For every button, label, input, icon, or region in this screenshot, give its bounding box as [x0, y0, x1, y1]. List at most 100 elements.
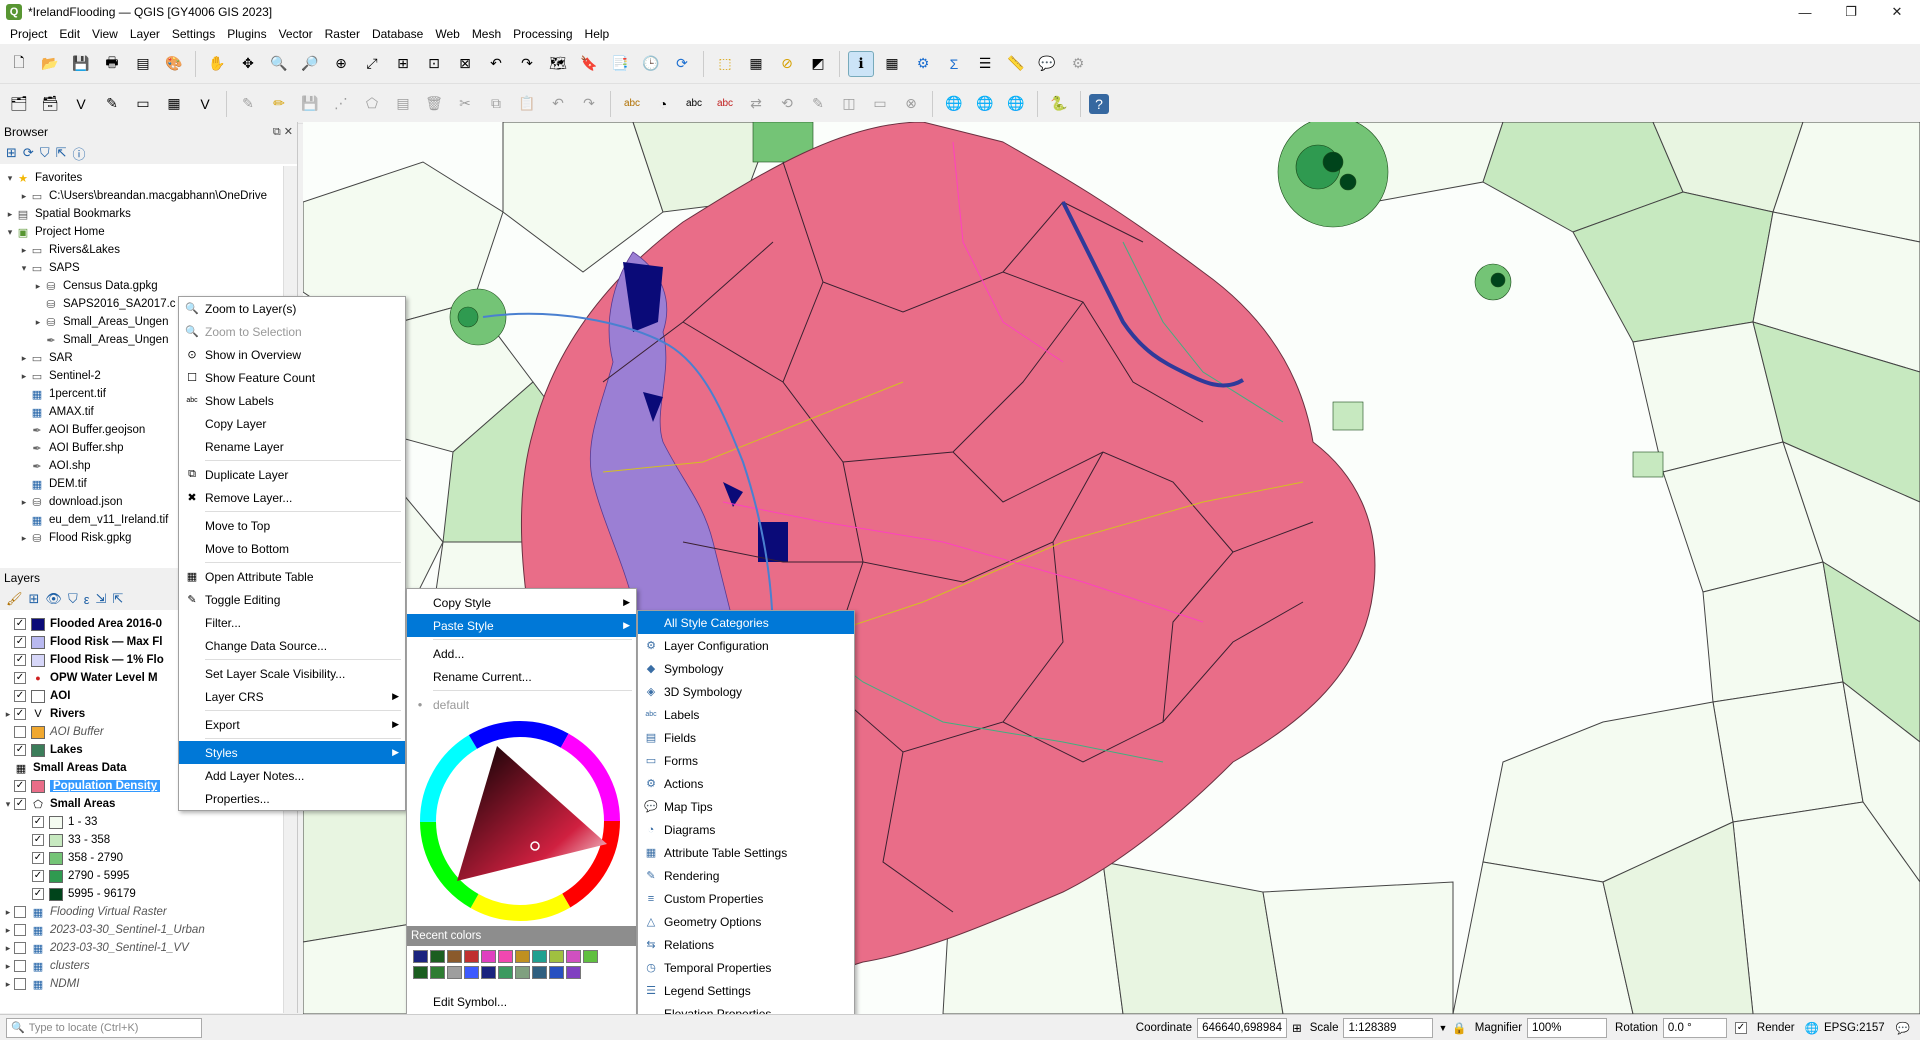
layer-item[interactable]: ✓ 5995 - 96179 [0, 885, 297, 903]
paste-item-labels[interactable]: abc Labels [638, 703, 854, 726]
expand-arrow-icon[interactable]: ▸ [18, 371, 30, 382]
delete-selected-icon[interactable]: 🗑 [421, 91, 447, 117]
paste-item-map-tips[interactable]: 💬 Map Tips [638, 795, 854, 818]
paste-item-rendering[interactable]: ✎ Rendering [638, 864, 854, 887]
paste-item-forms[interactable]: ▭ Forms [638, 749, 854, 772]
recent-color-swatch[interactable] [464, 950, 479, 963]
browser-item[interactable]: ▾ ★ Favorites [0, 169, 297, 187]
expand-arrow-icon[interactable]: ▸ [2, 907, 14, 918]
expand-arrow-icon[interactable]: ▸ [2, 961, 14, 972]
select-location-icon[interactable]: ◩ [805, 51, 831, 77]
layer-item[interactable]: ✓ 33 - 358 [0, 831, 297, 849]
context-item-move-to-top[interactable]: Move to Top [179, 514, 405, 537]
menu-edit[interactable]: Edit [53, 27, 86, 41]
menu-plugins[interactable]: Plugins [221, 27, 272, 41]
processing-toolbox-icon[interactable]: ⚙ [910, 51, 936, 77]
paste-item-custom-properties[interactable]: ≡ Custom Properties [638, 887, 854, 910]
select-features-icon[interactable]: ⬚ [712, 51, 738, 77]
menu-vector[interactable]: Vector [273, 27, 319, 41]
menu-settings[interactable]: Settings [166, 27, 221, 41]
menu-mesh[interactable]: Mesh [466, 27, 507, 41]
styles-item-rename-current[interactable]: Rename Current... [407, 665, 636, 688]
layer-item[interactable]: ▸ ▦ clusters [0, 957, 297, 975]
save-edits-icon[interactable]: 💾 [297, 91, 323, 117]
browser-item[interactable]: ▸ ▭ C:\Users\breandan.macgabhann\OneDrive [0, 187, 297, 205]
chevron-down-icon[interactable]: ▼ [1438, 1023, 1447, 1033]
styles-item-paste-style[interactable]: Paste Style ▶ [407, 614, 636, 637]
context-item-filter[interactable]: Filter... [179, 611, 405, 634]
label-toolbar-icon[interactable]: abc [619, 91, 645, 117]
layer-visibility-checkbox[interactable]: ✓ [32, 834, 44, 846]
context-item-change-data-source[interactable]: Change Data Source... [179, 634, 405, 657]
recent-color-swatch[interactable] [413, 966, 428, 979]
layer-visibility-checkbox[interactable] [14, 960, 26, 972]
expand-arrow-icon[interactable]: ▸ [18, 191, 30, 202]
browser-item[interactable]: ▸ ▭ Rivers&Lakes [0, 241, 297, 259]
add-raster-layer-icon[interactable]: ▦ [161, 91, 187, 117]
properties-icon[interactable]: ⓘ [72, 144, 85, 163]
temporal-controller-icon[interactable]: 🕒 [638, 51, 664, 77]
show-bookmarks-icon[interactable]: 📑 [607, 51, 633, 77]
zoom-last-icon[interactable]: ↶ [483, 51, 509, 77]
collapse-all-icon[interactable]: ⇱ [112, 591, 123, 607]
new-temporary-layer-icon[interactable]: ▭ [130, 91, 156, 117]
color-wheel-graphic[interactable] [407, 716, 633, 926]
add-vector-layer-icon[interactable]: V [192, 91, 218, 117]
expand-arrow-icon[interactable]: ▸ [32, 317, 44, 328]
context-item-toggle-editing[interactable]: ✎ Toggle Editing [179, 588, 405, 611]
styles-item-add[interactable]: Add... [407, 642, 636, 665]
context-item-show-feature-count[interactable]: ☐ Show Feature Count [179, 366, 405, 389]
label-properties-icon[interactable]: ▭ [867, 91, 893, 117]
annotation-icon[interactable]: ⚙ [1065, 51, 1091, 77]
zoom-full-icon[interactable]: ⤢ [359, 51, 385, 77]
arcgis-layer-icon[interactable]: 🌐 [1003, 91, 1029, 117]
recent-color-swatch[interactable] [447, 966, 462, 979]
identify-features-icon[interactable]: ℹ [848, 50, 874, 77]
paste-item-symbology[interactable]: ◆ Symbology [638, 657, 854, 680]
recent-color-swatch[interactable] [515, 966, 530, 979]
recent-color-swatch[interactable] [447, 950, 462, 963]
map-tips-icon[interactable]: 💬 [1034, 51, 1060, 77]
paste-item-actions[interactable]: ⚙ Actions [638, 772, 854, 795]
current-edits-icon[interactable]: ✎ [235, 91, 261, 117]
recent-color-swatch[interactable] [515, 950, 530, 963]
expand-arrow-icon[interactable]: ▾ [18, 263, 30, 274]
measure-line-icon[interactable]: 📏 [1003, 51, 1029, 77]
diagram-icon[interactable]: ◔ [650, 91, 676, 117]
recent-color-swatch[interactable] [464, 966, 479, 979]
layer-visibility-checkbox[interactable]: ✓ [14, 690, 26, 702]
deselect-icon[interactable]: ⊘ [774, 51, 800, 77]
unpin-icon[interactable]: ⊗ [898, 91, 924, 117]
context-item-open-attribute-table[interactable]: ▦ Open Attribute Table [179, 565, 405, 588]
expand-arrow-icon[interactable]: ▾ [4, 173, 16, 184]
recent-color-swatch[interactable] [430, 950, 445, 963]
paste-features-icon[interactable]: 📋 [514, 91, 540, 117]
context-item-zoom-to-layer-s[interactable]: 🔍 Zoom to Layer(s) [179, 297, 405, 320]
filter-legend-icon[interactable]: ⛉ [68, 591, 78, 607]
edit-symbol-item[interactable]: Edit Symbol... [407, 990, 636, 1013]
paste-item-temporal-properties[interactable]: ◷ Temporal Properties [638, 956, 854, 979]
browser-item[interactable]: ▸ ▤ Spatial Bookmarks [0, 205, 297, 223]
help-icon[interactable]: ? [1089, 93, 1109, 114]
layer-visibility-checkbox[interactable]: ✓ [14, 672, 26, 684]
layer-item[interactable]: ▸ ▦ NDMI [0, 975, 297, 993]
context-item-remove-layer[interactable]: ✖ Remove Layer... [179, 486, 405, 509]
layer-visibility-checkbox[interactable]: ✓ [32, 888, 44, 900]
digitize-icon[interactable]: ⋰ [328, 91, 354, 117]
layer-item[interactable]: ▸ ▦ Flooding Virtual Raster [0, 903, 297, 921]
open-layer-styling-icon[interactable]: 🖌 [6, 591, 23, 607]
layer-item[interactable]: ✓ 1 - 33 [0, 813, 297, 831]
layer-visibility-checkbox[interactable] [14, 978, 26, 990]
filter-icon[interactable]: ⛉ [40, 145, 50, 161]
layer-visibility-checkbox[interactable]: ✓ [14, 780, 26, 792]
expand-arrow-icon[interactable]: ▸ [18, 245, 30, 256]
pan-to-selection-icon[interactable]: ✥ [235, 51, 261, 77]
expand-arrow-icon[interactable]: ▸ [18, 353, 30, 364]
recent-color-swatch[interactable] [498, 966, 513, 979]
menu-project[interactable]: Project [4, 27, 53, 41]
new-shapefile-layer-icon[interactable]: V [68, 91, 94, 117]
crs-button[interactable]: EPSG:2157 [1824, 1022, 1885, 1034]
new-print-layout-icon[interactable]: 🖶 [99, 51, 125, 77]
menu-database[interactable]: Database [366, 27, 429, 41]
expand-arrow-icon[interactable]: ▾ [4, 227, 16, 238]
